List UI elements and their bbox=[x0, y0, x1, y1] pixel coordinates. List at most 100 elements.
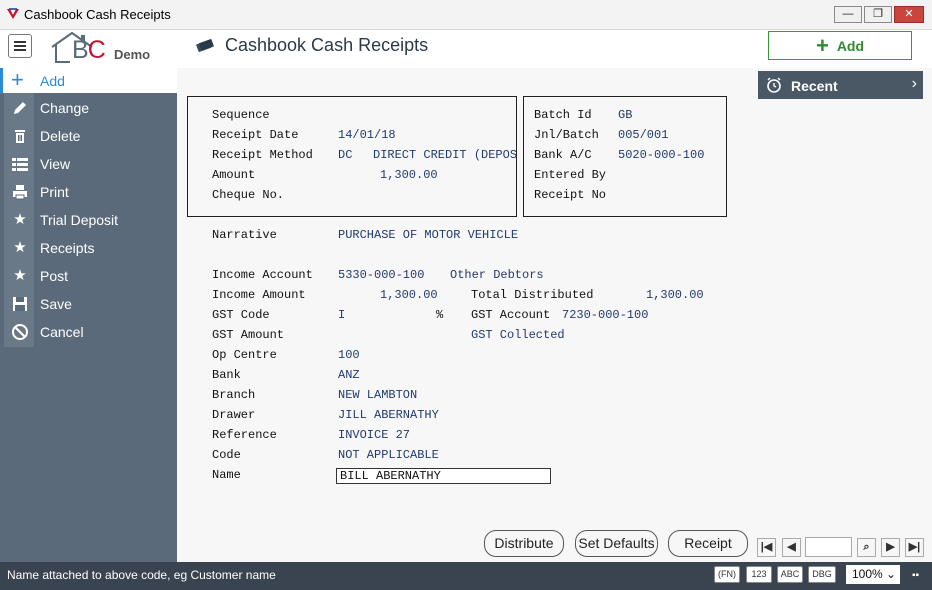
recent-button[interactable]: Recent › bbox=[758, 71, 923, 99]
next-record-button[interactable]: ▶ bbox=[881, 538, 900, 557]
sidebar-item-add[interactable]: + Add bbox=[0, 68, 177, 93]
batch-id-value: GB bbox=[618, 108, 633, 122]
close-button[interactable]: ✕ bbox=[894, 6, 924, 23]
app-header: BC Demo Cashbook Cash Receipts + Add bbox=[0, 30, 932, 68]
plus-icon: + bbox=[11, 67, 24, 92]
drawer-field[interactable]: JILL ABERNATHY bbox=[338, 408, 439, 422]
caps-lock-indicator[interactable]: ABC bbox=[777, 566, 803, 583]
first-record-button[interactable]: |◀ bbox=[757, 538, 776, 557]
star-icon: ★ bbox=[13, 267, 27, 284]
narrative-label: Narrative bbox=[212, 228, 277, 242]
receipt-date-field[interactable]: 14/01/18 bbox=[338, 128, 396, 142]
add-button[interactable]: + Add bbox=[768, 31, 912, 60]
pencil-icon bbox=[11, 99, 29, 117]
record-number-input[interactable] bbox=[805, 537, 852, 557]
amount-label: Amount bbox=[212, 168, 256, 182]
sidebar-item-trial-deposit[interactable]: ★ Trial Deposit bbox=[0, 207, 177, 233]
sidebar-item-change[interactable]: Change bbox=[0, 95, 177, 121]
gst-amount-label: GST Amount bbox=[212, 328, 285, 342]
jnl-batch-value: 005/001 bbox=[618, 128, 669, 142]
branch-label: Branch bbox=[212, 388, 256, 402]
menu-button[interactable] bbox=[8, 34, 32, 58]
op-centre-label: Op Centre bbox=[212, 348, 277, 362]
income-account-label: Income Account bbox=[212, 268, 313, 282]
cash-icon bbox=[196, 38, 214, 52]
set-defaults-button[interactable]: Set Defaults bbox=[575, 530, 658, 557]
bank-field[interactable]: ANZ bbox=[338, 368, 360, 382]
bank-ac-label: Bank A/C bbox=[534, 148, 592, 162]
sidebar-item-label: View bbox=[40, 156, 71, 172]
add-button-label: Add bbox=[836, 37, 865, 54]
trash-icon bbox=[11, 127, 29, 145]
receipt-date-label: Receipt Date bbox=[212, 128, 299, 142]
sidebar-item-label: Save bbox=[40, 296, 72, 312]
sidebar-item-receipts[interactable]: ★ Receipts bbox=[0, 235, 177, 261]
company-logo: BC Demo bbox=[50, 30, 160, 64]
total-distributed-label: Total Distributed bbox=[471, 288, 594, 302]
name-input[interactable]: BILL ABERNATHY bbox=[336, 468, 551, 484]
branch-field[interactable]: NEW LAMBTON bbox=[338, 388, 417, 402]
gst-account-label: GST Account bbox=[471, 308, 551, 322]
grid-icon[interactable]: ▪▪ bbox=[912, 570, 919, 581]
right-panel: Recent › bbox=[755, 68, 932, 562]
income-account-field[interactable]: 5330-000-100 bbox=[338, 268, 424, 282]
name-label: Name bbox=[212, 468, 241, 482]
income-account-description: Other Debtors bbox=[450, 268, 544, 282]
sidebar-item-post[interactable]: ★ Post bbox=[0, 263, 177, 289]
debug-indicator[interactable]: DBG bbox=[808, 566, 836, 583]
receipt-method-code-field[interactable]: DC bbox=[338, 148, 352, 162]
list-icon bbox=[11, 155, 29, 173]
sidebar-item-print[interactable]: Print bbox=[0, 179, 177, 205]
income-amount-label: Income Amount bbox=[212, 288, 306, 302]
status-message: Name attached to above code, eg Customer… bbox=[7, 568, 276, 582]
sidebar-item-label: Add bbox=[40, 73, 65, 89]
plus-icon: + bbox=[815, 32, 829, 58]
gst-collected-text: GST Collected bbox=[471, 328, 565, 342]
clock-icon bbox=[767, 77, 781, 93]
amount-field[interactable]: 1,300.00 bbox=[380, 168, 438, 182]
sidebar-item-label: Print bbox=[40, 184, 69, 200]
receipt-no-label: Receipt No bbox=[534, 188, 607, 202]
sidebar-item-view[interactable]: View bbox=[0, 151, 177, 177]
sidebar-item-cancel[interactable]: Cancel bbox=[0, 319, 177, 345]
logo-demo-label: Demo bbox=[114, 47, 151, 62]
sidebar-item-label: Delete bbox=[40, 128, 81, 144]
window-titlebar: Cashbook Cash Receipts — ❐ ✕ bbox=[0, 0, 932, 30]
receipt-button[interactable]: Receipt bbox=[668, 530, 748, 557]
receipt-method-label: Receipt Method bbox=[212, 148, 313, 162]
logo-letter-b: B bbox=[72, 36, 89, 64]
window-title: Cashbook Cash Receipts bbox=[24, 7, 171, 22]
op-centre-field[interactable]: 100 bbox=[338, 348, 360, 362]
last-record-button[interactable]: ▶| bbox=[905, 538, 924, 557]
sidebar: + Add Change Delete View Print ★ Trial D… bbox=[0, 68, 177, 562]
zoom-select[interactable]: 100% ⌄ bbox=[846, 565, 900, 584]
sidebar-item-label: Post bbox=[40, 268, 69, 284]
code-field[interactable]: NOT APPLICABLE bbox=[338, 448, 439, 462]
gst-account-value: 7230-000-100 bbox=[562, 308, 649, 322]
bank-label: Bank bbox=[212, 368, 241, 382]
cancel-icon bbox=[11, 323, 29, 341]
floppy-icon bbox=[11, 295, 29, 313]
sidebar-item-label: Receipts bbox=[40, 240, 95, 256]
gst-percent-sign: % bbox=[436, 308, 444, 322]
income-amount-field[interactable]: 1,300.00 bbox=[380, 288, 438, 302]
star-icon: ★ bbox=[13, 239, 27, 256]
minimize-button[interactable]: — bbox=[834, 6, 862, 23]
app-icon bbox=[6, 7, 20, 21]
num-lock-indicator[interactable]: 123 bbox=[746, 566, 772, 583]
narrative-field[interactable]: PURCHASE OF MOTOR VEHICLE bbox=[338, 228, 518, 242]
distribute-button[interactable]: Distribute bbox=[484, 530, 564, 557]
sidebar-item-save[interactable]: Save bbox=[0, 291, 177, 317]
drawer-label: Drawer bbox=[212, 408, 256, 422]
fn-indicator[interactable]: (FN) bbox=[714, 566, 740, 583]
reference-field[interactable]: INVOICE 27 bbox=[338, 428, 410, 442]
sidebar-item-label: Change bbox=[40, 100, 90, 116]
search-icon[interactable]: ⌕ bbox=[857, 538, 876, 557]
previous-record-button[interactable]: ◀ bbox=[782, 538, 801, 557]
sidebar-item-delete[interactable]: Delete bbox=[0, 123, 177, 149]
code-label: Code bbox=[212, 448, 241, 462]
sidebar-item-label: Cancel bbox=[40, 324, 84, 340]
restore-button[interactable]: ❐ bbox=[864, 6, 892, 23]
gst-code-field[interactable]: I bbox=[338, 308, 345, 322]
sequence-label: Sequence bbox=[212, 108, 270, 122]
